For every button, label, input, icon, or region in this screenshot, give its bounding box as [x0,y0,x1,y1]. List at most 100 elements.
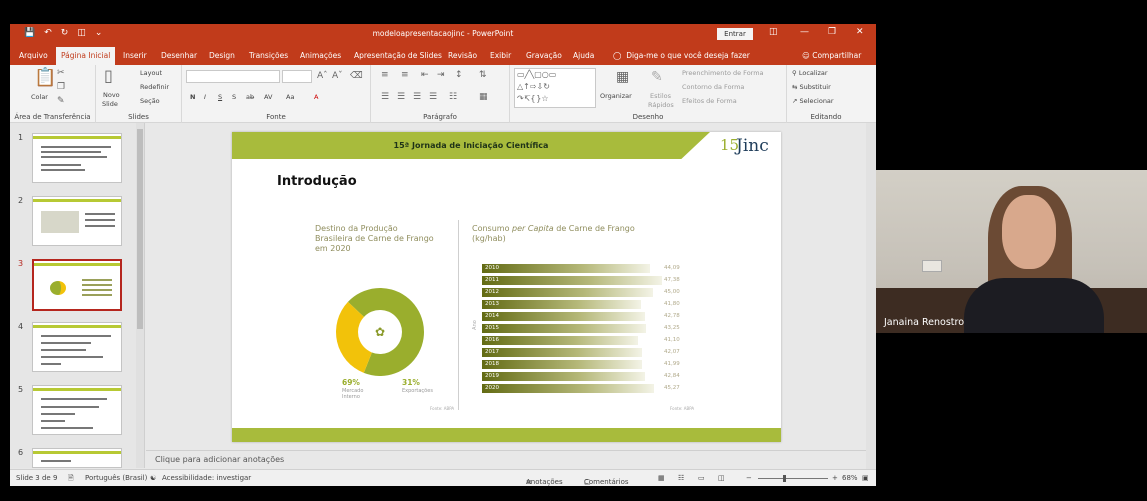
sign-in-button[interactable]: Entrar [717,28,753,40]
text-direction-icon[interactable]: ⇅ [479,71,487,80]
ribbon-display-icon[interactable]: ◫ [769,27,778,37]
normal-view-icon[interactable]: ▦ [658,474,665,482]
line-spacing-icon[interactable]: ↕ [455,71,463,80]
quick-styles-label-2[interactable]: Rápidos [648,101,674,109]
close-icon[interactable]: ✕ [856,27,864,37]
tab-pagina-inicial[interactable]: Página Inicial [56,47,116,65]
paste-icon[interactable]: 📋 [34,69,56,87]
bold-button[interactable]: N [190,93,195,101]
layout-button[interactable]: Layout [140,69,162,77]
slide-thumbnail-3[interactable] [32,259,122,311]
zoom-slider-knob[interactable] [783,475,786,482]
tab-exibir[interactable]: Exibir [490,51,511,60]
clear-format-icon[interactable]: ⌫ [350,72,363,81]
decrease-indent-icon[interactable]: ⇤ [421,71,429,80]
slide-thumbnail-5[interactable] [32,385,122,435]
columns-icon[interactable]: ☷ [449,93,457,102]
tab-animacoes[interactable]: Animações [300,51,341,60]
format-painter-icon[interactable]: ✎ [57,97,65,106]
quick-styles-icon[interactable]: ✎ [651,70,663,84]
zoom-level[interactable]: 68% [842,474,858,482]
share-button[interactable]: ☺ Compartilhar [802,51,861,60]
editor-scrollbar[interactable] [866,123,876,469]
underline-button[interactable]: S [218,93,222,101]
thumb-header-bar [33,136,121,139]
char-spacing-button[interactable]: AV [264,93,272,101]
new-slide-label[interactable]: Novo [103,91,120,99]
source-right: Fonte: ABPA [670,406,695,411]
zoom-slider[interactable] [758,478,828,479]
arrange-icon[interactable]: ▦ [616,70,629,84]
align-left-icon[interactable]: ☰ [381,93,389,102]
notes-pane[interactable]: Clique para adicionar anotações [146,450,866,469]
tab-arquivo[interactable]: Arquivo [19,51,48,60]
tab-apresentacao[interactable]: Apresentação de Slides [354,51,442,60]
align-right-icon[interactable]: ☰ [413,93,421,102]
shape-effects-button[interactable]: Efeitos de Forma [682,97,737,105]
shrink-font-icon[interactable]: Aˇ [332,72,343,81]
slide-thumbnail-4[interactable] [32,322,122,372]
paste-label[interactable]: Colar [31,93,48,101]
cut-icon[interactable]: ✂ [57,69,65,78]
slide-thumbnail-2[interactable] [32,196,122,246]
thumb-donut [50,281,66,295]
select-button[interactable]: ↗ Selecionar [792,97,834,105]
tab-desenhar[interactable]: Desenhar [161,51,197,60]
tab-revisao[interactable]: Revisão [448,51,477,60]
increase-indent-icon[interactable]: ⇥ [437,71,445,80]
thumb-line [85,219,115,221]
thumbnails-scrollbar[interactable] [136,123,144,468]
smartart-icon[interactable]: ▦ [479,93,488,102]
shape-fill-button[interactable]: Preenchimento de Forma [682,69,764,77]
grow-font-icon[interactable]: Aˆ [317,72,328,81]
font-name-select[interactable] [186,70,280,83]
language-status[interactable]: Português (Brasil) [85,474,147,482]
find-button[interactable]: ⚲ Localizar [792,69,828,77]
replace-button[interactable]: ⇆ Substituir [792,83,831,91]
sorter-view-icon[interactable]: ☷ [678,474,684,482]
minimize-icon[interactable]: — [800,27,809,37]
change-case-button[interactable]: Aa [286,93,294,101]
numbering-icon[interactable]: ≡ [401,71,409,80]
tab-ajuda[interactable]: Ajuda [573,51,594,60]
person-body [964,278,1104,333]
font-color-button[interactable]: A [314,93,318,101]
reading-view-icon[interactable]: ▭ [698,474,705,482]
tab-transicoes[interactable]: Transições [249,51,288,60]
quick-styles-label[interactable]: Estilos [650,92,671,100]
zoom-out-icon[interactable]: − [746,474,752,482]
current-slide[interactable]: 15ª Jornada de Iniciação Científica 15 J… [232,132,781,442]
tab-inserir[interactable]: Inserir [123,51,147,60]
italic-button[interactable]: I [204,93,206,101]
find-label: Localizar [798,69,828,77]
fit-slide-icon[interactable]: ▣ [862,474,869,482]
bullets-icon[interactable]: ≡ [381,71,389,80]
shape-outline-button[interactable]: Contorno da Forma [682,83,744,91]
thumb-line [41,169,85,171]
section-button[interactable]: Seção [140,97,160,105]
shadow-button[interactable]: S [232,93,236,101]
tell-me-box[interactable]: ◯ Diga-me o que você deseja fazer [613,51,750,60]
font-size-select[interactable] [282,70,312,83]
slide-thumbnail-6[interactable] [32,448,122,468]
justify-icon[interactable]: ☰ [429,93,437,102]
align-center-icon[interactable]: ☰ [397,93,405,102]
accessibility-status[interactable]: Acessibilidade: investigar [162,474,251,482]
restore-icon[interactable]: ❐ [828,27,836,37]
slide-thumbnail-1[interactable] [32,133,122,183]
slideshow-view-icon[interactable]: ◫ [718,474,725,482]
arrange-button[interactable]: Organizar [600,92,632,100]
spellcheck-icon[interactable]: 🗎 [68,474,74,485]
tab-gravacao[interactable]: Gravação [526,51,562,60]
new-slide-label-2[interactable]: Slide [102,100,118,108]
new-slide-icon[interactable]: ▯ [104,68,113,84]
zoom-in-icon[interactable]: + [832,474,838,482]
shapes-gallery[interactable]: ▭╱╲▢○▭ △↑⇨⇩↻ ↷↸{ }☆ [514,68,596,108]
copy-icon[interactable]: ❐ [57,83,65,92]
thumb-number: 1 [18,133,24,142]
accessibility-icon[interactable]: ☯ [150,474,156,482]
reset-button[interactable]: Redefinir [140,83,169,91]
scrollbar-thumb[interactable] [137,129,143,329]
strikethrough-icon[interactable]: ab̶ [246,93,254,101]
tab-design[interactable]: Design [209,51,235,60]
